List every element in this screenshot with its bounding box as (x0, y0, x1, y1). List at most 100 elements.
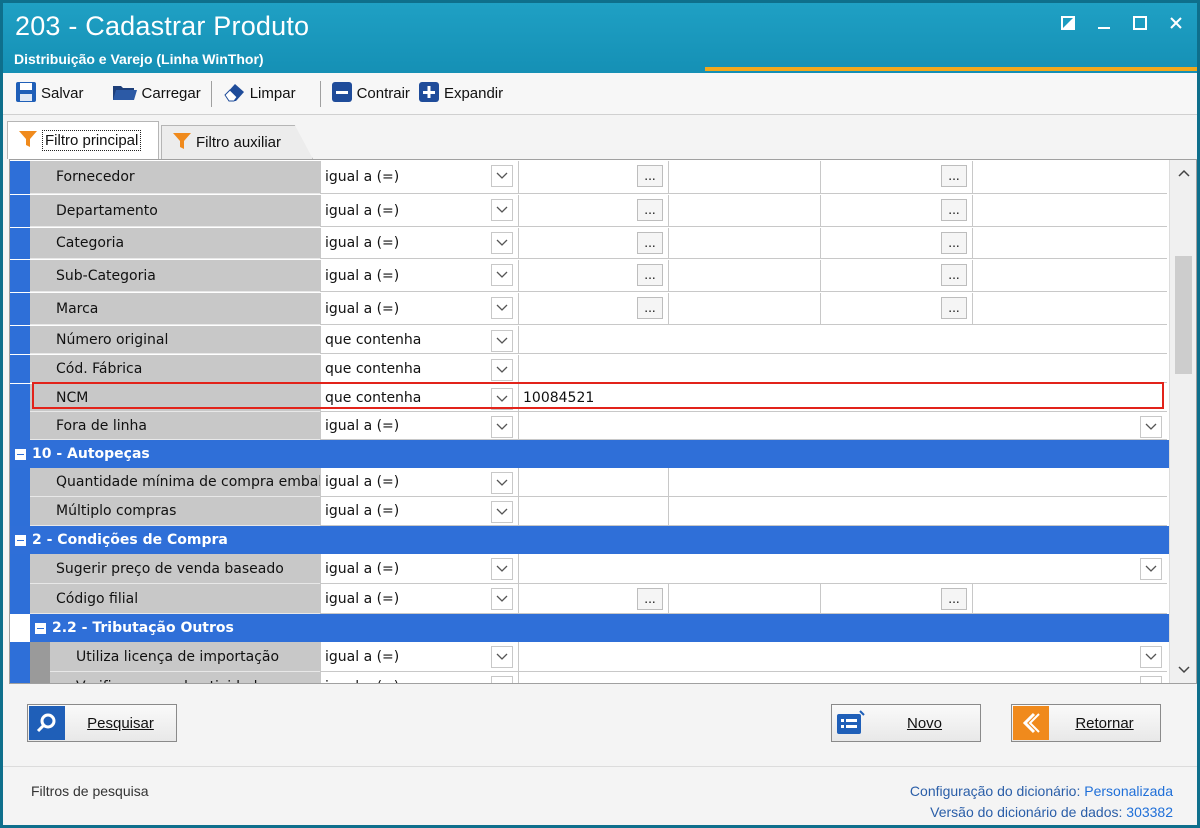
scroll-down-icon[interactable] (1170, 659, 1196, 681)
operator-select[interactable]: que contenha (320, 326, 518, 354)
operator-select[interactable]: igual a (=) (320, 672, 518, 683)
collapse-toggle-icon[interactable] (35, 622, 46, 634)
scrollbar-thumb[interactable] (1175, 256, 1192, 374)
lookup-button[interactable]: ... (637, 232, 663, 254)
value-field[interactable]: ... (518, 293, 668, 325)
value-field[interactable]: ... (820, 161, 972, 194)
value-select[interactable] (518, 642, 1167, 672)
lookup-button[interactable]: ... (941, 588, 967, 610)
value-field[interactable] (972, 584, 1167, 614)
operator-select[interactable]: igual a (=) (320, 554, 518, 584)
chevron-down-icon[interactable] (491, 232, 513, 254)
tab-filtro-principal[interactable]: Filtro principal (7, 121, 159, 159)
restore-icon[interactable] (1057, 13, 1079, 33)
value-field[interactable] (972, 228, 1167, 259)
lookup-button[interactable]: ... (941, 297, 967, 319)
lookup-button[interactable]: ... (637, 165, 663, 187)
lookup-button[interactable]: ... (637, 588, 663, 610)
chevron-down-icon[interactable] (491, 330, 513, 352)
chevron-down-icon[interactable] (491, 558, 513, 580)
value-field[interactable]: ... (518, 195, 668, 227)
vertical-scrollbar[interactable] (1169, 160, 1196, 683)
value-field[interactable]: ... (518, 584, 668, 614)
value-field[interactable] (668, 260, 820, 292)
operator-select[interactable]: igual a (=) (320, 228, 518, 259)
operator-select[interactable]: igual a (=) (320, 642, 518, 672)
operator-select[interactable]: igual a (=) (320, 161, 518, 194)
operator-select[interactable]: igual a (=) (320, 293, 518, 325)
chevron-down-icon[interactable] (1140, 676, 1162, 683)
group-header[interactable]: 2.2 - Tributação Outros (30, 614, 1169, 642)
chevron-down-icon[interactable] (1140, 416, 1162, 438)
value-field[interactable]: 10084521 (518, 384, 1167, 412)
value-field[interactable]: ... (518, 260, 668, 292)
operator-select[interactable]: que contenha (320, 355, 518, 383)
value-field[interactable] (668, 161, 820, 194)
value-field[interactable] (972, 293, 1167, 325)
lookup-button[interactable]: ... (637, 264, 663, 286)
maximize-icon[interactable] (1129, 13, 1151, 33)
chevron-down-icon[interactable] (1140, 646, 1162, 668)
value-select[interactable] (518, 412, 1167, 440)
chevron-down-icon[interactable] (491, 676, 513, 683)
close-icon[interactable] (1165, 13, 1187, 33)
salvar-button[interactable]: Salvar (11, 81, 88, 107)
chevron-down-icon[interactable] (491, 588, 513, 610)
contrair-button[interactable]: Contrair (327, 81, 414, 107)
value-field[interactable]: ... (518, 161, 668, 194)
operator-select[interactable]: igual a (=) (320, 584, 518, 614)
retornar-button[interactable]: Retornar (1011, 704, 1161, 742)
chevron-down-icon[interactable] (491, 359, 513, 381)
chevron-down-icon[interactable] (491, 165, 513, 187)
tab-filtro-auxiliar[interactable]: Filtro auxiliar (161, 125, 313, 159)
chevron-down-icon[interactable] (491, 416, 513, 438)
carregar-button[interactable]: Carregar (108, 81, 205, 107)
collapse-toggle-icon[interactable] (15, 448, 26, 460)
chevron-down-icon[interactable] (491, 264, 513, 286)
value-field[interactable] (518, 326, 1167, 354)
value-field[interactable] (668, 468, 1167, 497)
lookup-button[interactable]: ... (941, 264, 967, 286)
value-field[interactable]: ... (820, 584, 972, 614)
value-field[interactable] (668, 195, 820, 227)
operator-select[interactable]: igual a (=) (320, 195, 518, 227)
lookup-button[interactable]: ... (941, 232, 967, 254)
value-field[interactable] (518, 355, 1167, 383)
group-header[interactable]: 2 - Condições de Compra (10, 526, 1169, 554)
operator-select[interactable]: igual a (=) (320, 412, 518, 440)
value-field[interactable] (518, 497, 668, 526)
chevron-down-icon[interactable] (491, 199, 513, 221)
operator-select[interactable]: que contenha (320, 384, 518, 412)
novo-button[interactable]: Novo (831, 704, 981, 742)
lookup-button[interactable]: ... (637, 297, 663, 319)
value-field[interactable] (972, 260, 1167, 292)
chevron-down-icon[interactable] (491, 646, 513, 668)
value-field[interactable] (668, 584, 820, 614)
value-field[interactable] (972, 195, 1167, 227)
value-field[interactable]: ... (820, 195, 972, 227)
lookup-button[interactable]: ... (941, 165, 967, 187)
lookup-button[interactable]: ... (637, 199, 663, 221)
minimize-icon[interactable] (1093, 13, 1115, 33)
operator-select[interactable]: igual a (=) (320, 497, 518, 526)
value-field[interactable] (668, 293, 820, 325)
operator-select[interactable]: igual a (=) (320, 468, 518, 497)
value-select[interactable] (518, 672, 1167, 683)
collapse-toggle-icon[interactable] (15, 534, 26, 546)
expandir-button[interactable]: Expandir (414, 81, 507, 107)
chevron-down-icon[interactable] (491, 501, 513, 523)
value-field[interactable]: ... (820, 293, 972, 325)
value-field[interactable] (668, 497, 1167, 526)
chevron-down-icon[interactable] (491, 297, 513, 319)
value-field[interactable] (668, 228, 820, 259)
lookup-button[interactable]: ... (941, 199, 967, 221)
chevron-down-icon[interactable] (1140, 558, 1162, 580)
operator-select[interactable]: igual a (=) (320, 260, 518, 292)
value-field[interactable]: ... (820, 260, 972, 292)
chevron-down-icon[interactable] (491, 472, 513, 494)
value-field[interactable] (972, 161, 1167, 194)
value-select[interactable] (518, 554, 1167, 584)
scroll-up-icon[interactable] (1170, 162, 1196, 184)
value-field[interactable] (518, 468, 668, 497)
chevron-down-icon[interactable] (491, 388, 513, 410)
